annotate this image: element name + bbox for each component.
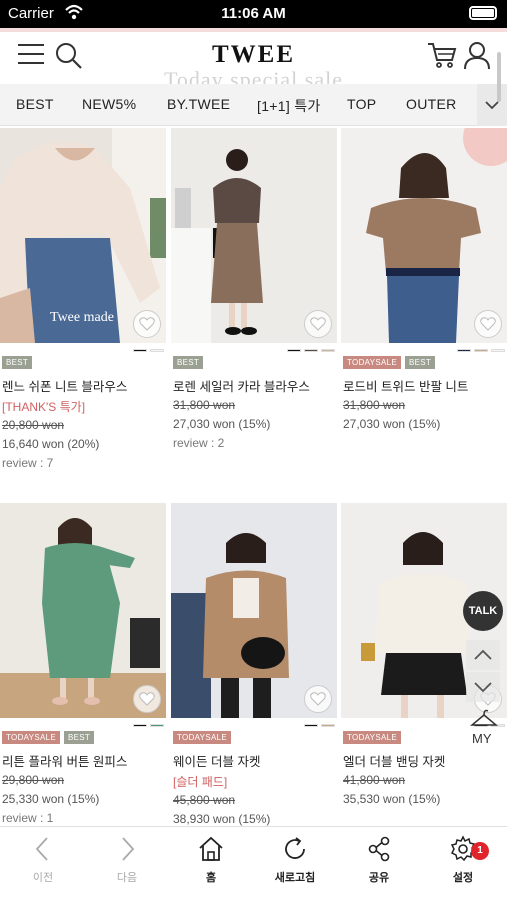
promo-label: [THANK'S 특가] bbox=[2, 400, 86, 414]
original-price: 29,800 won bbox=[2, 773, 65, 787]
original-price: 31,800 won bbox=[343, 398, 406, 412]
color-swatches bbox=[133, 724, 164, 727]
badge-group: TODAYSALE bbox=[173, 731, 231, 744]
user-icon[interactable] bbox=[462, 40, 492, 70]
color-swatches bbox=[133, 349, 164, 352]
wishlist-heart-icon[interactable] bbox=[304, 310, 332, 338]
nav-share-button[interactable]: 공유 bbox=[337, 835, 421, 895]
my-page-button[interactable]: MY bbox=[472, 731, 492, 746]
wishlist-heart-icon[interactable] bbox=[474, 310, 502, 338]
wishlist-heart-icon[interactable] bbox=[133, 310, 161, 338]
product-name[interactable]: 로렌 세일러 카라 블라우스 bbox=[173, 376, 337, 398]
product-photo[interactable] bbox=[171, 128, 337, 343]
sale-price: 27,030 won (15%) bbox=[343, 417, 441, 431]
share-icon bbox=[368, 836, 390, 862]
product-name[interactable]: 웨이든 더블 자켓 bbox=[173, 751, 337, 773]
clock: 11:06 AM bbox=[221, 5, 286, 22]
tab-best[interactable]: BEST bbox=[16, 96, 54, 112]
nav-forward-button[interactable]: 다음 bbox=[85, 835, 169, 895]
color-swatches bbox=[304, 724, 335, 727]
product-name[interactable]: 엘더 더블 밴딩 자켓 bbox=[343, 751, 507, 773]
product-photo[interactable] bbox=[341, 128, 507, 343]
tab-new5[interactable]: NEW5% bbox=[82, 96, 136, 112]
original-price: 31,800 won bbox=[173, 398, 236, 412]
original-price: 41,800 won bbox=[343, 773, 406, 787]
product-photo[interactable]: Twee made bbox=[0, 128, 166, 343]
badge-group: TODAYSALE bbox=[343, 731, 401, 744]
chevron-up-icon bbox=[474, 649, 492, 660]
nav-forward-label: 다음 bbox=[116, 872, 138, 884]
notification-badge: 1 bbox=[471, 842, 489, 860]
nav-settings-button[interactable]: 설정 1 bbox=[421, 835, 505, 895]
original-price: 20,800 won bbox=[2, 418, 65, 432]
cart-icon[interactable] bbox=[426, 40, 458, 70]
badge-best: BEST bbox=[2, 356, 33, 369]
chevron-left-icon bbox=[35, 837, 48, 861]
tab-outer[interactable]: OUTER bbox=[406, 96, 457, 112]
scroll-top-button[interactable] bbox=[466, 640, 500, 670]
promo-label: [슬더 패드] bbox=[173, 775, 228, 789]
nav-home-button[interactable]: 홈 bbox=[169, 835, 253, 895]
badge-group: TODAYSALE BEST bbox=[343, 356, 436, 369]
page-scrollbar[interactable] bbox=[497, 52, 501, 102]
sale-price: 35,530 won (15%) bbox=[343, 792, 441, 806]
chevron-right-icon bbox=[122, 837, 135, 861]
category-tabs: BEST NEW5% BY.TWEE [1+1] 특가 TOP OUTER bbox=[0, 84, 507, 126]
tab-top[interactable]: TOP bbox=[347, 96, 376, 112]
color-swatches bbox=[457, 349, 505, 352]
badge-todaysale: TODAYSALE bbox=[343, 731, 401, 744]
review-count: review : 2 bbox=[173, 436, 225, 450]
bottom-navigation: 이전 다음 홈 새로고침 공유 설정 1 bbox=[0, 826, 507, 900]
hanger-icon[interactable] bbox=[470, 707, 498, 729]
product-photo[interactable] bbox=[171, 503, 337, 718]
badge-group: BEST bbox=[2, 356, 33, 369]
badge-group: TODAYSALE BEST bbox=[2, 731, 95, 744]
chevron-down-icon bbox=[474, 682, 492, 693]
badge-todaysale: TODAYSALE bbox=[173, 731, 231, 744]
nav-back-button[interactable]: 이전 bbox=[1, 835, 85, 895]
product-name[interactable]: 렌느 쉬폰 니트 블라우스 bbox=[2, 376, 166, 398]
refresh-icon bbox=[285, 837, 305, 859]
sale-price: 25,330 won (15%) bbox=[2, 792, 100, 806]
product-photo[interactable] bbox=[0, 503, 166, 718]
badge-todaysale: TODAYSALE bbox=[2, 731, 60, 744]
status-bar: Carrier 11:06 AM bbox=[0, 0, 507, 28]
tab-1plus1[interactable]: [1+1] 특가 bbox=[257, 96, 321, 116]
nav-back-label: 이전 bbox=[32, 872, 54, 884]
battery-icon bbox=[469, 6, 497, 20]
nav-refresh-label: 새로고침 bbox=[274, 872, 316, 884]
home-icon bbox=[199, 836, 223, 861]
product-name[interactable]: 리튼 플라워 버튼 원피스 bbox=[2, 751, 166, 773]
nav-settings-label: 설정 bbox=[452, 872, 474, 884]
product-name[interactable]: 로드비 트위드 반팔 니트 bbox=[343, 376, 507, 398]
chevron-down-icon bbox=[485, 101, 499, 110]
color-swatches bbox=[287, 349, 335, 352]
wishlist-heart-icon[interactable] bbox=[133, 685, 161, 713]
photo-caption: Twee made bbox=[50, 310, 114, 325]
badge-group: BEST bbox=[173, 356, 204, 369]
badge-best: BEST bbox=[173, 356, 204, 369]
scroll-bottom-button[interactable] bbox=[466, 672, 500, 702]
badge-best: BEST bbox=[63, 731, 95, 744]
nav-home-label: 홈 bbox=[205, 872, 217, 884]
tab-bytwee[interactable]: BY.TWEE bbox=[167, 96, 230, 112]
badge-best: BEST bbox=[404, 356, 436, 369]
nav-share-label: 공유 bbox=[368, 872, 390, 884]
review-count: review : 7 bbox=[2, 456, 54, 470]
original-price: 45,800 won bbox=[173, 793, 236, 807]
tabs-expand-button[interactable] bbox=[477, 84, 507, 126]
sale-price: 16,640 won (20%) bbox=[2, 437, 100, 451]
sale-price: 27,030 won (15%) bbox=[173, 417, 271, 431]
badge-todaysale: TODAYSALE bbox=[343, 356, 401, 369]
nav-refresh-button[interactable]: 새로고침 bbox=[253, 835, 337, 895]
talk-chat-button[interactable]: TALK bbox=[463, 591, 503, 631]
wishlist-heart-icon[interactable] bbox=[304, 685, 332, 713]
